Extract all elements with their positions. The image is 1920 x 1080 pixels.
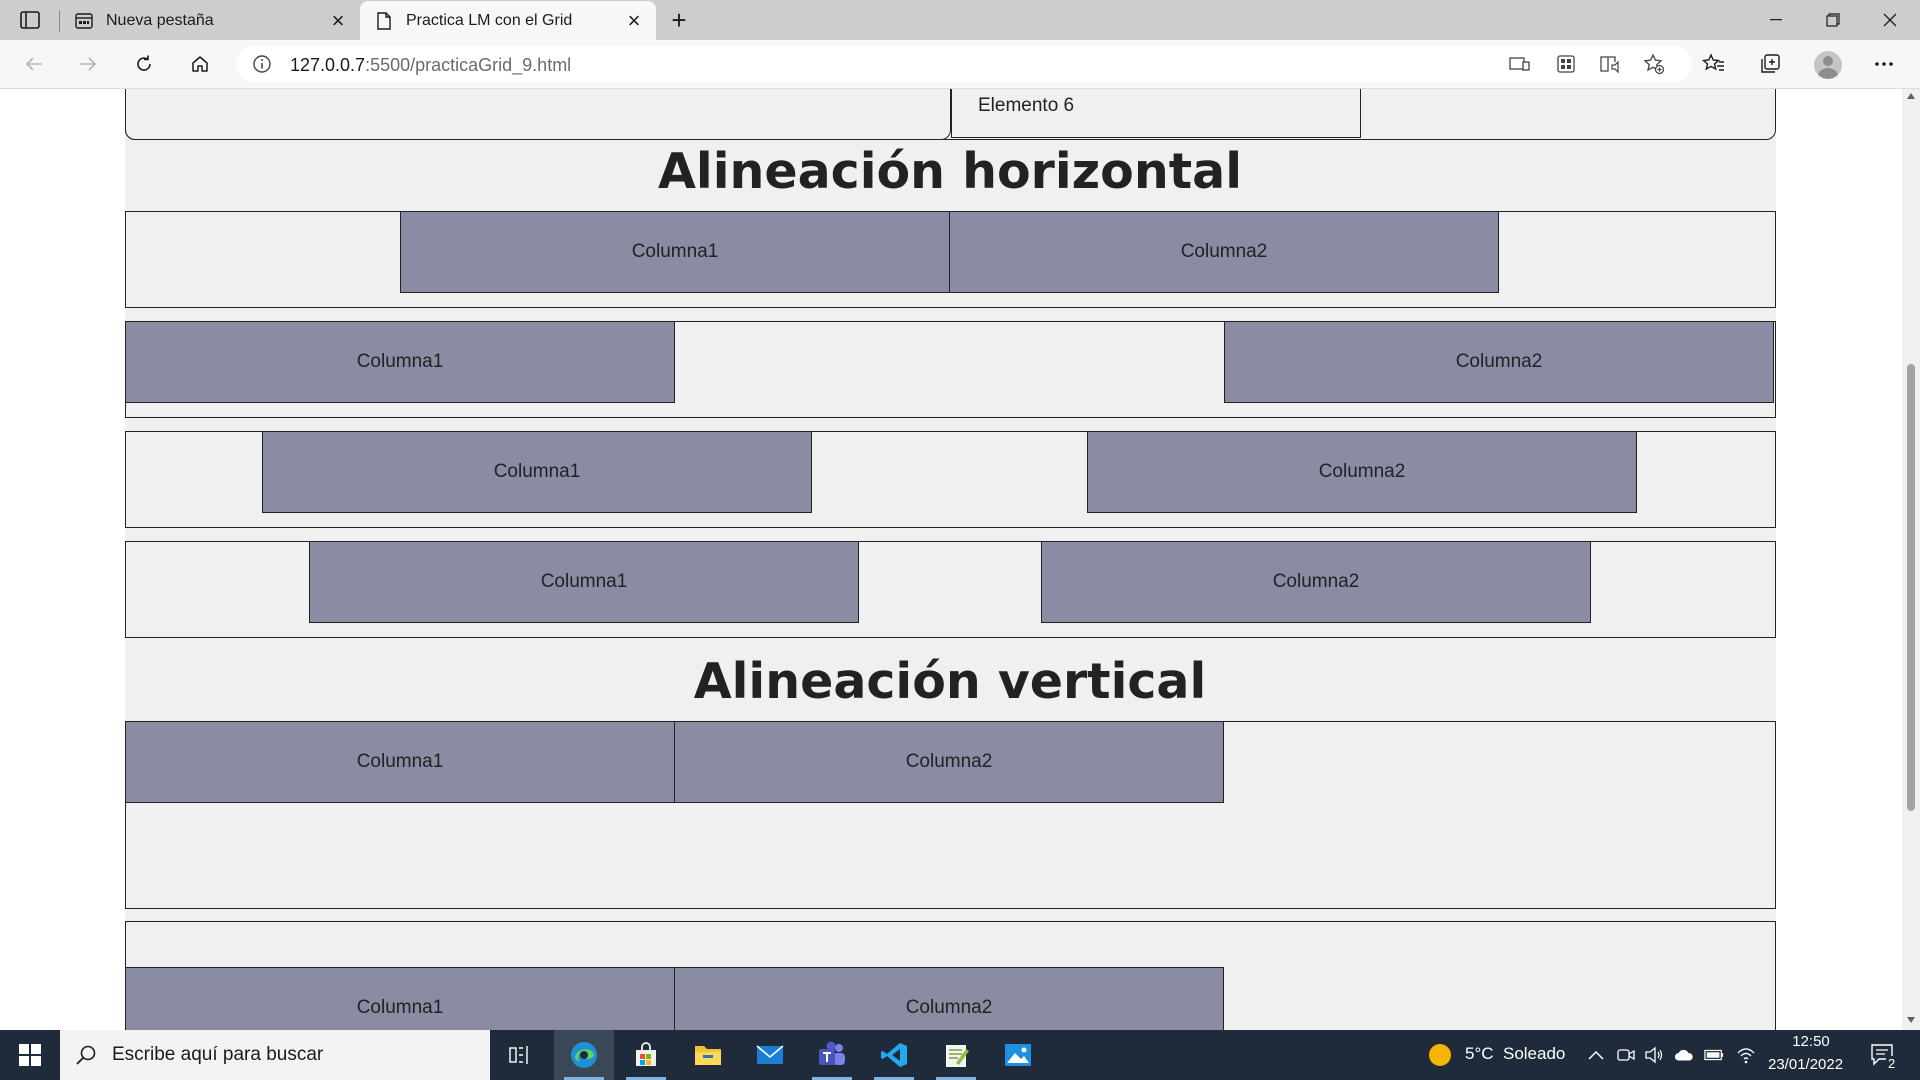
page-scrollbar[interactable] (1902, 89, 1920, 1030)
grid-column-2: Columna2 (1224, 321, 1774, 403)
apps-grid-icon[interactable] (1554, 54, 1578, 74)
address-bar[interactable]: 127.0.0.7:5500/practicaGrid_9.html (236, 46, 1692, 82)
volume-icon[interactable] (1644, 1045, 1664, 1065)
tab-practica-grid[interactable]: Practica LM con el Grid × (360, 1, 656, 40)
weather-sun-icon[interactable] (1428, 1043, 1452, 1067)
grid-column-2: Columna2 (949, 211, 1499, 293)
back-icon[interactable] (16, 46, 52, 82)
search-icon (74, 1043, 98, 1067)
photos-icon[interactable] (988, 1030, 1048, 1080)
new-tab-page-icon (74, 11, 94, 31)
teams-icon[interactable] (802, 1030, 862, 1080)
grid-column-2: Columna2 (1087, 431, 1637, 513)
onedrive-cloud-icon[interactable] (1674, 1045, 1694, 1065)
meet-now-icon[interactable] (1616, 1045, 1636, 1065)
new-tab-button[interactable]: + (664, 5, 694, 35)
grid-column-1: Columna1 (125, 967, 675, 1030)
notepad-plus-icon[interactable] (926, 1030, 986, 1080)
app-available-icon[interactable] (1508, 54, 1532, 74)
restore-button[interactable] (1805, 0, 1861, 40)
minimize-button[interactable] (1748, 0, 1804, 40)
close-window-button[interactable] (1862, 0, 1918, 40)
more-options-icon[interactable] (1866, 46, 1902, 82)
windows-taskbar: Escribe aquí para buscar 5°C Soleado 12:… (0, 1030, 1920, 1080)
show-hidden-icons[interactable] (1586, 1045, 1606, 1065)
grid-cell-empty (125, 89, 951, 140)
clock-time[interactable]: 12:50 (1791, 1033, 1831, 1050)
weather-text[interactable]: 5°C Soleado (1465, 1044, 1565, 1064)
edge-taskbar-icon[interactable] (554, 1030, 614, 1080)
url-text[interactable]: 127.0.0.7:5500/practicaGrid_9.html (290, 55, 571, 76)
page-viewport: Elemento 6 Alineación horizontal Columna… (0, 89, 1902, 1030)
scroll-up-icon[interactable] (1907, 93, 1915, 99)
vscode-icon[interactable] (864, 1030, 924, 1080)
close-tab-icon[interactable]: × (622, 8, 646, 33)
grid-column-1: Columna1 (400, 211, 950, 293)
grid-column-2: Columna2 (674, 967, 1224, 1030)
scroll-down-icon[interactable] (1907, 1017, 1915, 1023)
home-icon[interactable] (182, 46, 218, 82)
favorites-icon[interactable] (1696, 46, 1732, 82)
tab-new-tab[interactable]: Nueva pestaña × (60, 1, 360, 40)
elemento-6-label: Elemento 6 (978, 95, 1075, 116)
store-taskbar-icon[interactable] (616, 1030, 676, 1080)
search-placeholder: Escribe aquí para buscar (112, 1044, 324, 1065)
add-favorite-icon[interactable] (1642, 53, 1666, 75)
tab-title: Nueva pestaña (106, 11, 214, 29)
browser-toolbar: 127.0.0.7:5500/practicaGrid_9.html (0, 40, 1920, 89)
wifi-icon[interactable] (1736, 1045, 1756, 1065)
collections-icon[interactable] (1752, 46, 1788, 82)
url-path: :5500/practicaGrid_9.html (365, 55, 572, 75)
immersive-reader-icon[interactable] (1598, 54, 1622, 74)
refresh-icon[interactable] (126, 46, 162, 82)
grid-column-1: Columna1 (262, 431, 812, 513)
grid-column-1: Columna1 (309, 541, 859, 623)
clock-date[interactable]: 23/01/2022 (1768, 1056, 1843, 1073)
avatar-body (1818, 68, 1838, 79)
avatar-head (1823, 56, 1833, 66)
grid-column-2: Columna2 (1041, 541, 1591, 623)
start-button[interactable] (0, 1030, 60, 1080)
page-icon (374, 11, 394, 31)
windows-logo-icon (19, 1044, 41, 1066)
grid-item-elemento-6: Elemento 6 (951, 89, 1361, 138)
url-host: 127.0.0.7 (290, 55, 366, 75)
profile-avatar[interactable] (1814, 51, 1842, 79)
notifications-count: 2 (1886, 1056, 1898, 1071)
scroll-thumb[interactable] (1907, 364, 1915, 811)
site-info-icon[interactable] (252, 54, 272, 74)
tab-actions-icon[interactable] (14, 8, 46, 32)
grid-column-1: Columna1 (125, 721, 675, 803)
file-explorer-icon[interactable] (678, 1030, 738, 1080)
battery-icon[interactable] (1704, 1045, 1724, 1065)
forward-icon[interactable] (70, 46, 106, 82)
heading-vertical-alignment: Alineación vertical (693, 653, 1207, 710)
grid-column-2: Columna2 (674, 721, 1224, 803)
tab-bar: Nueva pestaña × Practica LM con el Grid … (0, 0, 1920, 40)
taskbar-search[interactable]: Escribe aquí para buscar (60, 1030, 490, 1080)
grid-column-1: Columna1 (125, 321, 675, 403)
tab-title: Practica LM con el Grid (406, 11, 573, 29)
task-view-icon[interactable] (490, 1030, 550, 1080)
mail-icon[interactable] (740, 1030, 800, 1080)
close-tab-icon[interactable]: × (326, 8, 350, 33)
heading-horizontal-alignment: Alineación horizontal (657, 143, 1242, 200)
